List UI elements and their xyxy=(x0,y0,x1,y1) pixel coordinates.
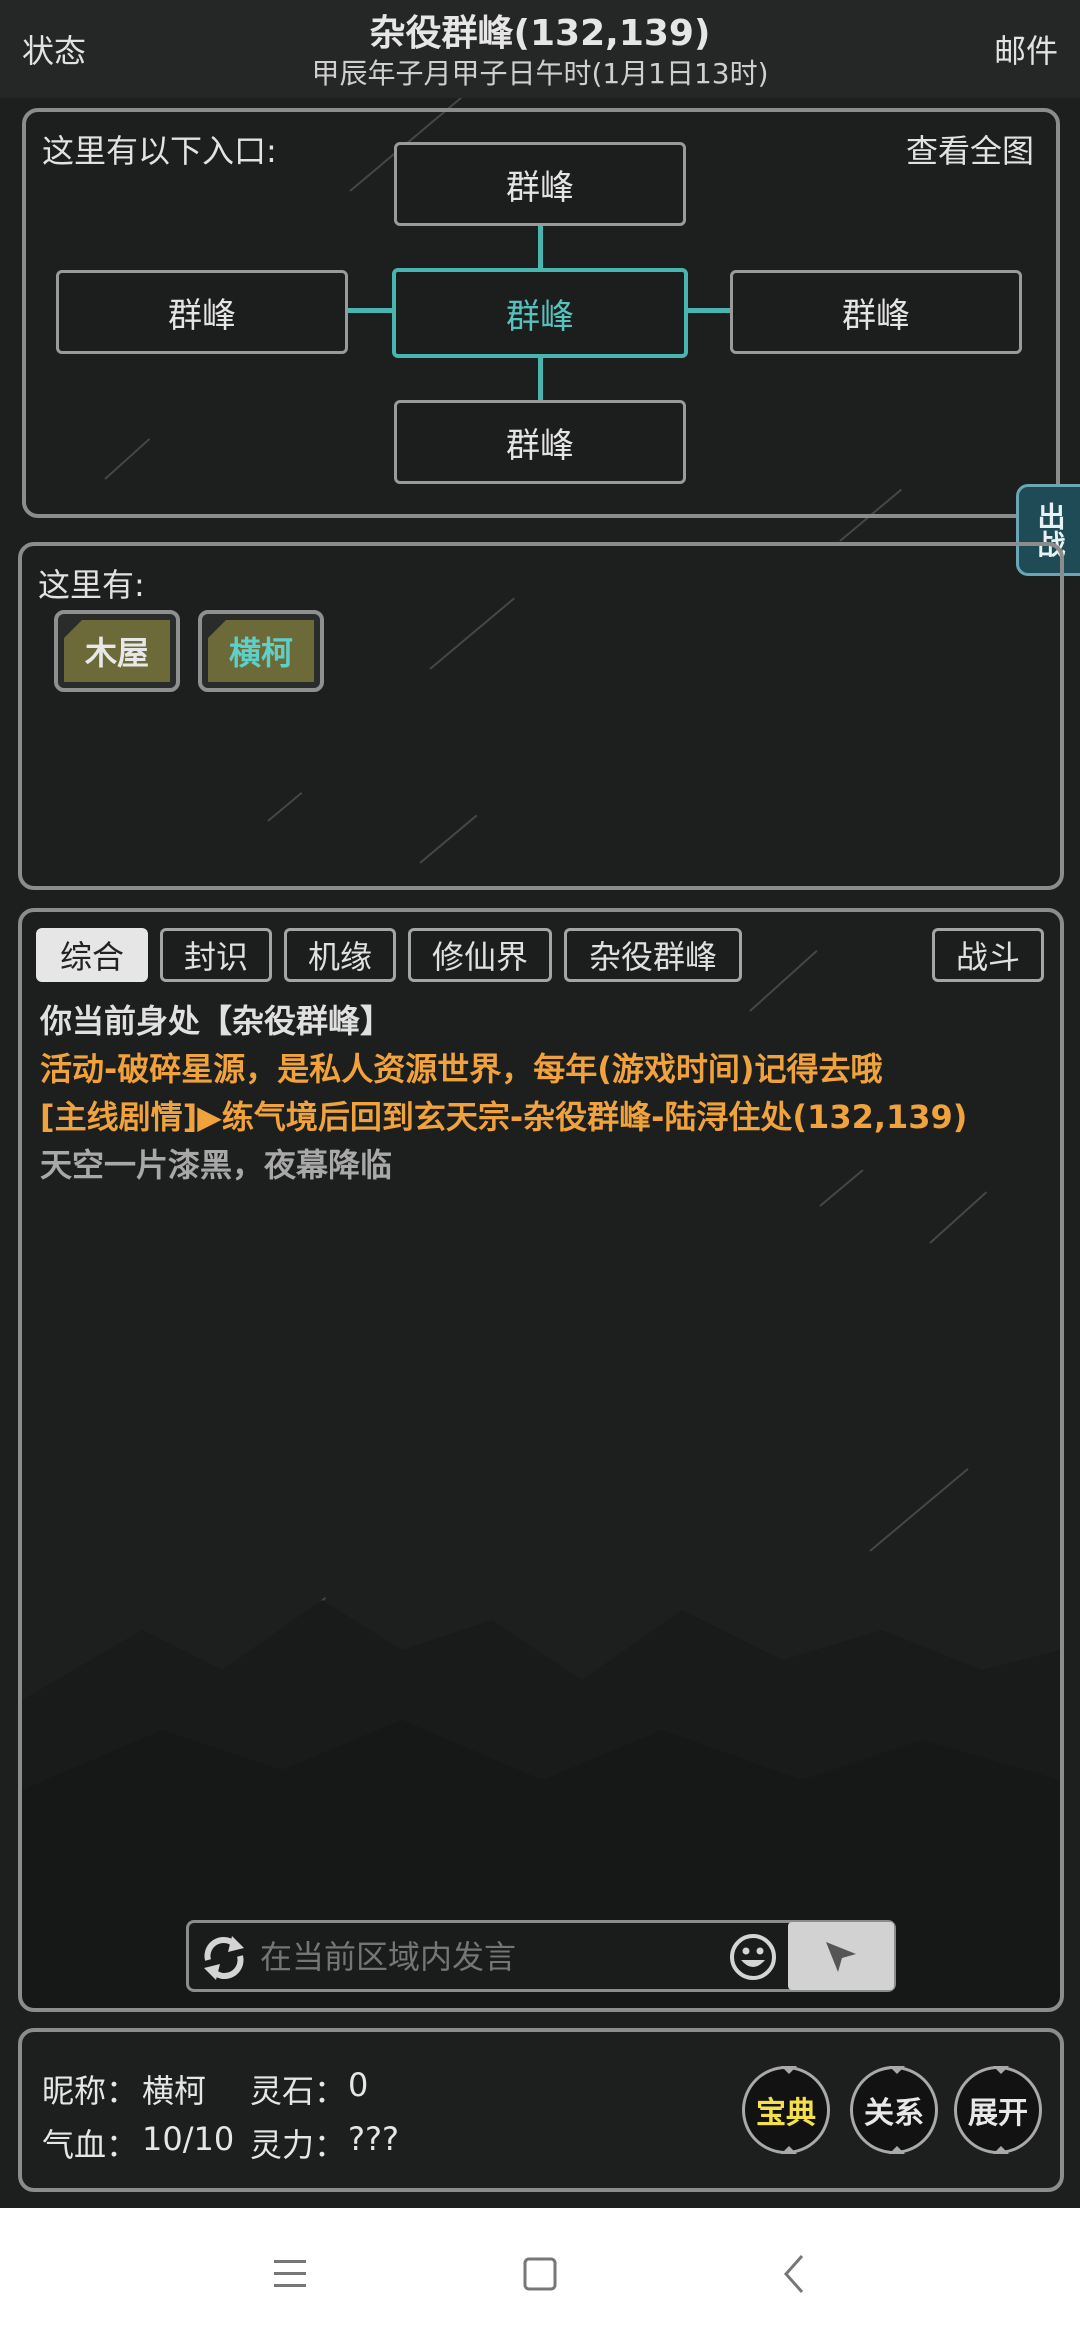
nickname-label: 昵称： xyxy=(42,2072,139,2110)
room-north[interactable]: 群峰 xyxy=(394,142,686,226)
chat-input[interactable] xyxy=(258,1930,722,1984)
message-line[interactable]: 活动-破碎星源，是私人资源世界，每年(游戏时间)记得去哦 xyxy=(40,1044,883,1090)
back-chevron-icon[interactable] xyxy=(776,2252,812,2296)
tab-general[interactable]: 综合 xyxy=(36,928,148,982)
refresh-icon[interactable] xyxy=(198,1932,250,1984)
game-datetime: 甲辰年子月甲子日午时(1月1日13时) xyxy=(311,57,769,90)
tab-fortune[interactable]: 机缘 xyxy=(284,928,396,982)
player-hengke[interactable]: 横柯 xyxy=(198,610,324,692)
hp-value: 10/10 xyxy=(142,2120,235,2158)
room-south[interactable]: 群峰 xyxy=(394,400,686,484)
map-link-west xyxy=(348,308,394,313)
menu-icon[interactable] xyxy=(270,2256,310,2292)
send-button[interactable] xyxy=(788,1922,894,1990)
cursor-arrow-icon xyxy=(826,1942,856,1972)
spirit-stone-value: 0 xyxy=(348,2066,369,2104)
message-line: 天空一片漆黑，夜幕降临 xyxy=(40,1146,393,1184)
smiley-icon[interactable] xyxy=(728,1932,778,1982)
tab-area[interactable]: 杂役群峰 xyxy=(564,928,742,982)
here-panel xyxy=(18,542,1064,890)
tab-battle[interactable]: 战斗 xyxy=(932,928,1044,982)
tab-seal[interactable]: 封识 xyxy=(160,928,272,982)
player-label: 横柯 xyxy=(208,620,314,682)
room-current: 群峰 xyxy=(392,268,688,358)
object-wooden-hut[interactable]: 木屋 xyxy=(54,610,180,692)
room-east[interactable]: 群峰 xyxy=(730,270,1022,354)
map-link-north xyxy=(538,226,543,272)
tab-cultivation-world[interactable]: 修仙界 xyxy=(408,928,552,982)
mana-label: 灵力： xyxy=(250,2126,347,2164)
mana-value: ??? xyxy=(348,2120,399,2158)
hp-label: 气血： xyxy=(42,2126,139,2164)
relations-button[interactable]: 关系 xyxy=(850,2066,938,2154)
nickname-value: 横柯 xyxy=(142,2072,207,2110)
map-link-east xyxy=(686,308,732,313)
object-label: 木屋 xyxy=(64,620,170,682)
view-full-map-link[interactable]: 查看全图 xyxy=(906,126,1034,172)
here-heading: 这里有: xyxy=(38,566,145,604)
mail-button[interactable]: 邮件 xyxy=(994,26,1058,72)
room-west[interactable]: 群峰 xyxy=(56,270,348,354)
expand-button[interactable]: 展开 xyxy=(954,2066,1042,2154)
entrances-heading: 这里有以下入口: xyxy=(42,132,277,170)
location-title: 杂役群峰(132,139) xyxy=(369,13,711,54)
message-line: 你当前身处【杂役群峰】 xyxy=(40,1002,393,1040)
home-square-icon[interactable] xyxy=(520,2254,560,2294)
message-line[interactable]: [主线剧情]▶练气境后回到玄天宗-杂役群峰-陆浔住处(132,139) xyxy=(40,1092,967,1138)
map-link-south xyxy=(538,354,543,402)
spirit-stone-label: 灵石： xyxy=(250,2072,347,2110)
treasure-book-button[interactable]: 宝典 xyxy=(742,2066,830,2154)
